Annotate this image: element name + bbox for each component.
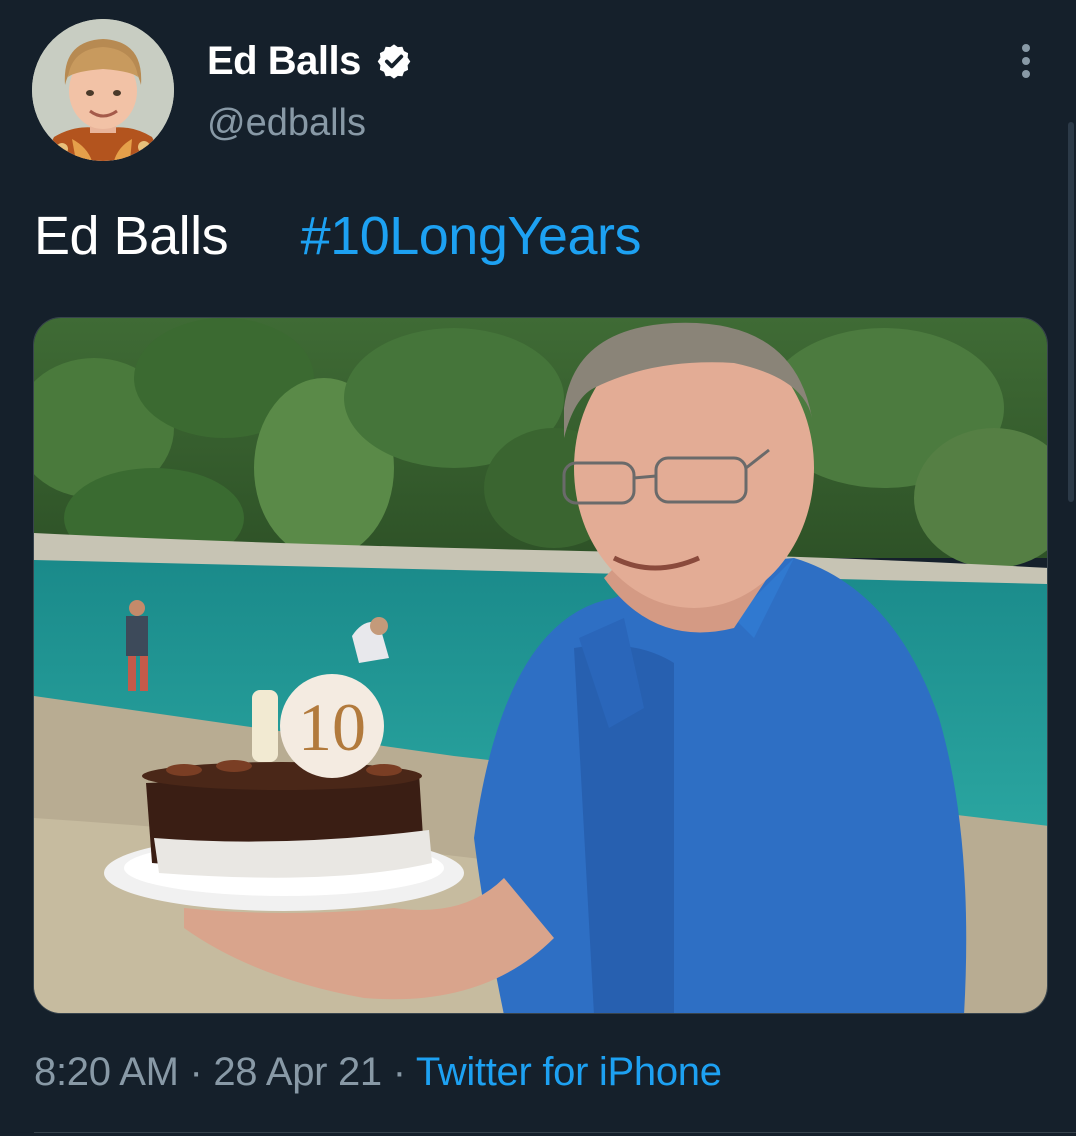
divider	[34, 1132, 1076, 1133]
child-portrait-avatar-icon	[32, 19, 174, 161]
tweet-text-plain: Ed Balls	[34, 206, 229, 266]
author-name-row[interactable]: Ed Balls	[207, 36, 413, 86]
tweet-media-photo[interactable]: 10	[33, 317, 1048, 1014]
tweet-text: Ed Balls #10LongYears	[34, 203, 641, 269]
meta-separator: ·	[381, 1050, 416, 1094]
verified-badge-icon	[375, 42, 413, 80]
tweet-source-link[interactable]: Twitter for iPhone	[416, 1050, 722, 1094]
scrollbar[interactable]	[1068, 122, 1074, 502]
tweet-date[interactable]: 28 Apr 21	[213, 1050, 382, 1094]
more-options-button[interactable]	[1006, 38, 1046, 84]
tweet-time[interactable]: 8:20 AM	[34, 1050, 179, 1094]
tweet-text-gap	[228, 206, 301, 266]
hashtag-link[interactable]: #10LongYears	[301, 206, 642, 266]
candle-number-label: 10	[298, 689, 366, 765]
more-vertical-icon	[1022, 44, 1030, 78]
author-handle[interactable]: @edballs	[207, 102, 366, 145]
tweet-meta-row: 8:20 AM · 28 Apr 21 · Twitter for iPhone	[34, 1050, 722, 1095]
photo-man-holding-birthday-cake-icon: 10	[34, 318, 1047, 1013]
avatar[interactable]	[32, 19, 174, 161]
author-display-name[interactable]: Ed Balls	[207, 39, 361, 84]
meta-separator: ·	[178, 1050, 214, 1094]
